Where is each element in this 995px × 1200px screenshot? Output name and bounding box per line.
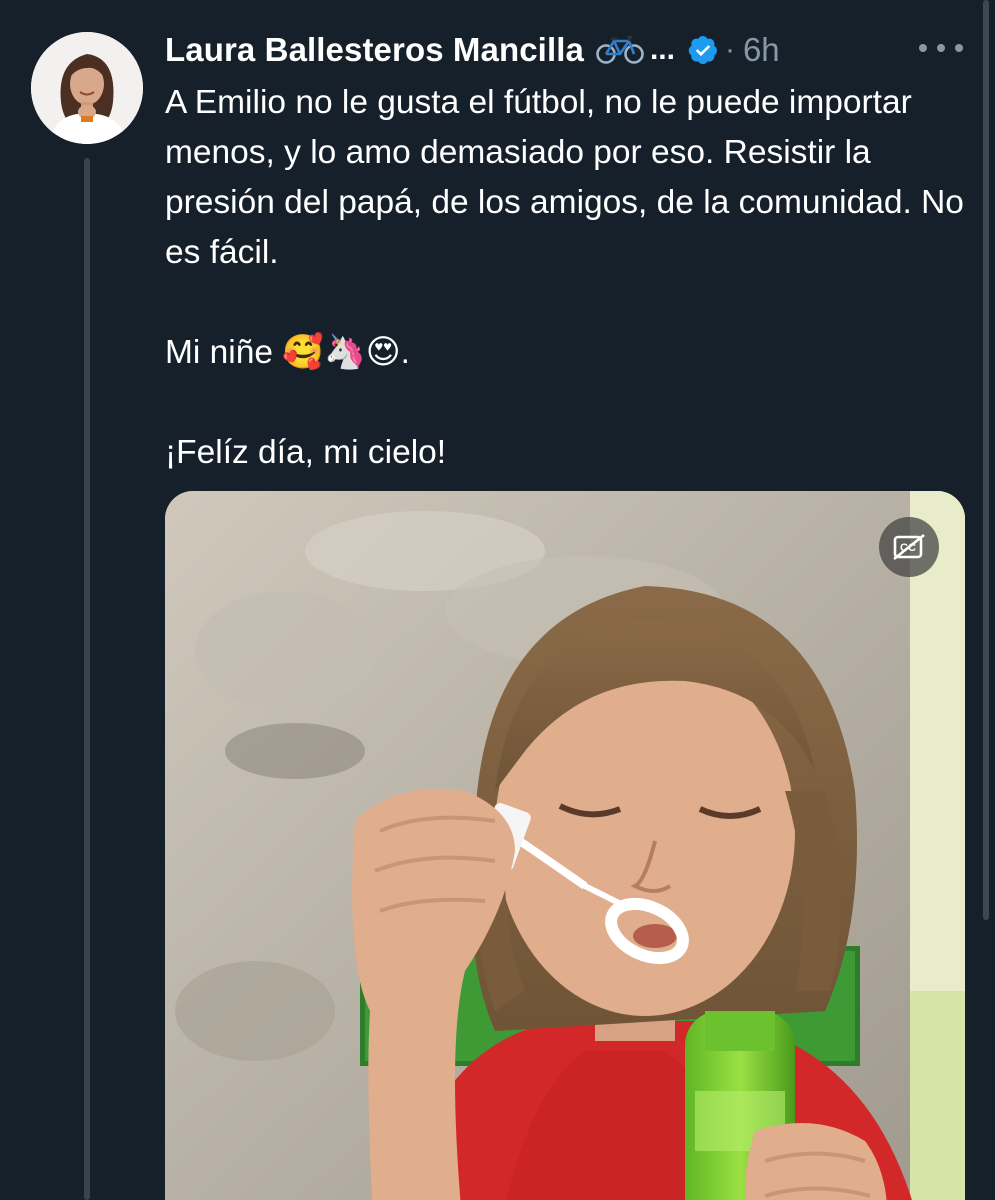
- timestamp[interactable]: 6h: [743, 31, 780, 69]
- avatar[interactable]: [31, 32, 143, 144]
- scrollbar[interactable]: [983, 0, 989, 920]
- closed-captions-off-icon[interactable]: CC: [879, 517, 939, 577]
- author-name[interactable]: Laura Ballesteros Mancilla: [165, 31, 584, 69]
- tweet-paragraph: Mi niñe 🥰🦄😍.: [165, 334, 410, 371]
- more-dot: [919, 44, 927, 52]
- tweet-text: A Emilio no le gusta el fútbol, no le pu…: [165, 78, 980, 478]
- more-options-icon[interactable]: [919, 38, 963, 58]
- video-frame: [165, 491, 965, 1200]
- header-separator: ·: [724, 33, 735, 66]
- video-thumbnail[interactable]: [165, 491, 965, 1200]
- tweet-paragraph: ¡Felíz día, mi cielo!: [165, 434, 447, 471]
- name-truncation: ...: [649, 33, 675, 66]
- more-dot: [937, 44, 945, 52]
- more-dot: [955, 44, 963, 52]
- tweet-header: Laura Ballesteros Mancilla ... · 6h: [165, 26, 780, 74]
- tweet: Laura Ballesteros Mancilla ... · 6h A Em…: [0, 0, 995, 1200]
- bicycle-icon: [596, 35, 644, 65]
- verified-badge-icon: [687, 34, 719, 66]
- avatar-image: [31, 32, 143, 144]
- thread-connector-line: [84, 158, 90, 1200]
- tweet-paragraph: A Emilio no le gusta el fútbol, no le pu…: [165, 84, 964, 271]
